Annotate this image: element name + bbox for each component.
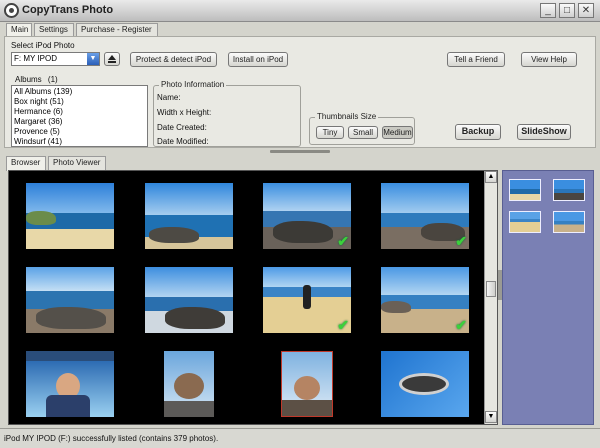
photo-created-label: Date Created: <box>157 123 207 132</box>
selected-thumbnail[interactable] <box>509 211 541 233</box>
protect-detect-button[interactable]: Protect & detect iPod <box>130 52 217 67</box>
check-icon: ✔ <box>455 233 467 249</box>
tab-settings[interactable]: Settings <box>34 23 74 37</box>
scroll-thumb[interactable] <box>486 281 496 297</box>
photo-thumbnail[interactable] <box>164 351 214 417</box>
albums-title: Albums <box>15 75 42 84</box>
album-item[interactable]: Provence (5) <box>14 127 60 137</box>
control-panel: Select iPod Photo F: MY IPOD ▼ Protect &… <box>4 36 596 148</box>
slideshow-button[interactable]: SlideShow <box>517 124 571 140</box>
minimize-button[interactable]: _ <box>540 3 556 18</box>
eject-button[interactable] <box>104 52 120 66</box>
photo-thumbnail[interactable] <box>26 351 114 417</box>
album-item[interactable]: Margaret (36) <box>14 117 62 127</box>
scroll-up-button[interactable]: ▲ <box>485 171 497 183</box>
photo-thumbnail[interactable] <box>381 351 469 417</box>
photo-thumbnail[interactable] <box>145 267 233 333</box>
photo-thumbnail[interactable]: ✔ <box>263 183 351 249</box>
tell-a-friend-button[interactable]: Tell a Friend <box>447 52 505 67</box>
device-select-value: F: MY IPOD <box>14 54 57 63</box>
scroll-down-button[interactable]: ▼ <box>485 411 497 423</box>
photo-thumbnail[interactable] <box>26 267 114 333</box>
device-select[interactable]: F: MY IPOD ▼ <box>11 52 100 66</box>
check-icon: ✔ <box>455 317 467 333</box>
maximize-button[interactable]: □ <box>559 3 575 18</box>
albums-header: Albums (1) <box>15 75 58 84</box>
status-bar: iPod MY IPOD (F:) successfully listed (c… <box>0 428 600 448</box>
albums-list[interactable]: All Albums (139) Box night (51) Hermance… <box>11 85 148 147</box>
selected-thumbnail[interactable] <box>553 179 585 201</box>
view-help-button[interactable]: View Help <box>521 52 577 67</box>
photo-thumbnail[interactable]: ✔ <box>381 267 469 333</box>
selection-panel[interactable] <box>502 170 594 425</box>
tab-browser[interactable]: Browser <box>6 156 46 171</box>
panel-resize-grip[interactable] <box>270 150 330 153</box>
photo-thumbnail[interactable]: ✔ <box>263 267 351 333</box>
title-bar: CopyTrans Photo _ □ ✕ <box>0 0 600 22</box>
albums-count: (1) <box>47 75 58 84</box>
tab-photo-viewer[interactable]: Photo Viewer <box>48 156 106 170</box>
photo-size-label: Width x Height: <box>157 108 212 117</box>
photo-thumbnail[interactable] <box>145 183 233 249</box>
album-item[interactable]: All Albums (139) <box>14 87 72 97</box>
thumbnail-size-group: Thumbnails Size Tiny Small Medium <box>309 112 415 145</box>
thumb-size-medium-button[interactable]: Medium <box>382 126 413 139</box>
close-button[interactable]: ✕ <box>578 3 594 18</box>
photo-name-label: Name: <box>157 93 181 102</box>
eject-icon <box>108 55 116 63</box>
photo-browser[interactable]: ✔ ✔ ✔ ✔ <box>8 170 498 425</box>
window-title: CopyTrans Photo <box>22 4 114 16</box>
browser-scrollbar[interactable]: ▲ ▼ <box>484 171 497 424</box>
status-text: iPod MY IPOD (F:) successfully listed (c… <box>4 434 219 443</box>
thumbnail-size-title: Thumbnails Size <box>315 112 379 121</box>
photo-info-group: Photo Information Name: Width x Height: … <box>153 80 301 147</box>
app-logo-icon <box>4 3 19 18</box>
tab-purchase-register[interactable]: Purchase - Register <box>76 23 158 37</box>
album-item[interactable]: Hermance (6) <box>14 107 63 117</box>
install-on-ipod-button[interactable]: Install on iPod <box>228 52 288 67</box>
chevron-down-icon[interactable]: ▼ <box>87 53 99 65</box>
photo-thumbnail[interactable]: ✔ <box>381 183 469 249</box>
photo-modified-label: Date Modified: <box>157 137 209 146</box>
thumb-size-tiny-button[interactable]: Tiny <box>316 126 344 139</box>
selected-thumbnail[interactable] <box>509 179 541 201</box>
album-item[interactable]: Box night (51) <box>14 97 64 107</box>
selected-thumbnail[interactable] <box>553 211 585 233</box>
check-icon: ✔ <box>337 317 349 333</box>
photo-thumbnail-selected[interactable] <box>281 351 333 417</box>
backup-button[interactable]: Backup <box>455 124 501 140</box>
thumb-size-small-button[interactable]: Small <box>348 126 378 139</box>
check-icon: ✔ <box>337 233 349 249</box>
photo-info-title: Photo Information <box>159 80 227 89</box>
album-item[interactable]: Windsurf (41) <box>14 137 62 147</box>
device-label: Select iPod Photo <box>11 41 75 50</box>
photo-thumbnail[interactable] <box>26 183 114 249</box>
